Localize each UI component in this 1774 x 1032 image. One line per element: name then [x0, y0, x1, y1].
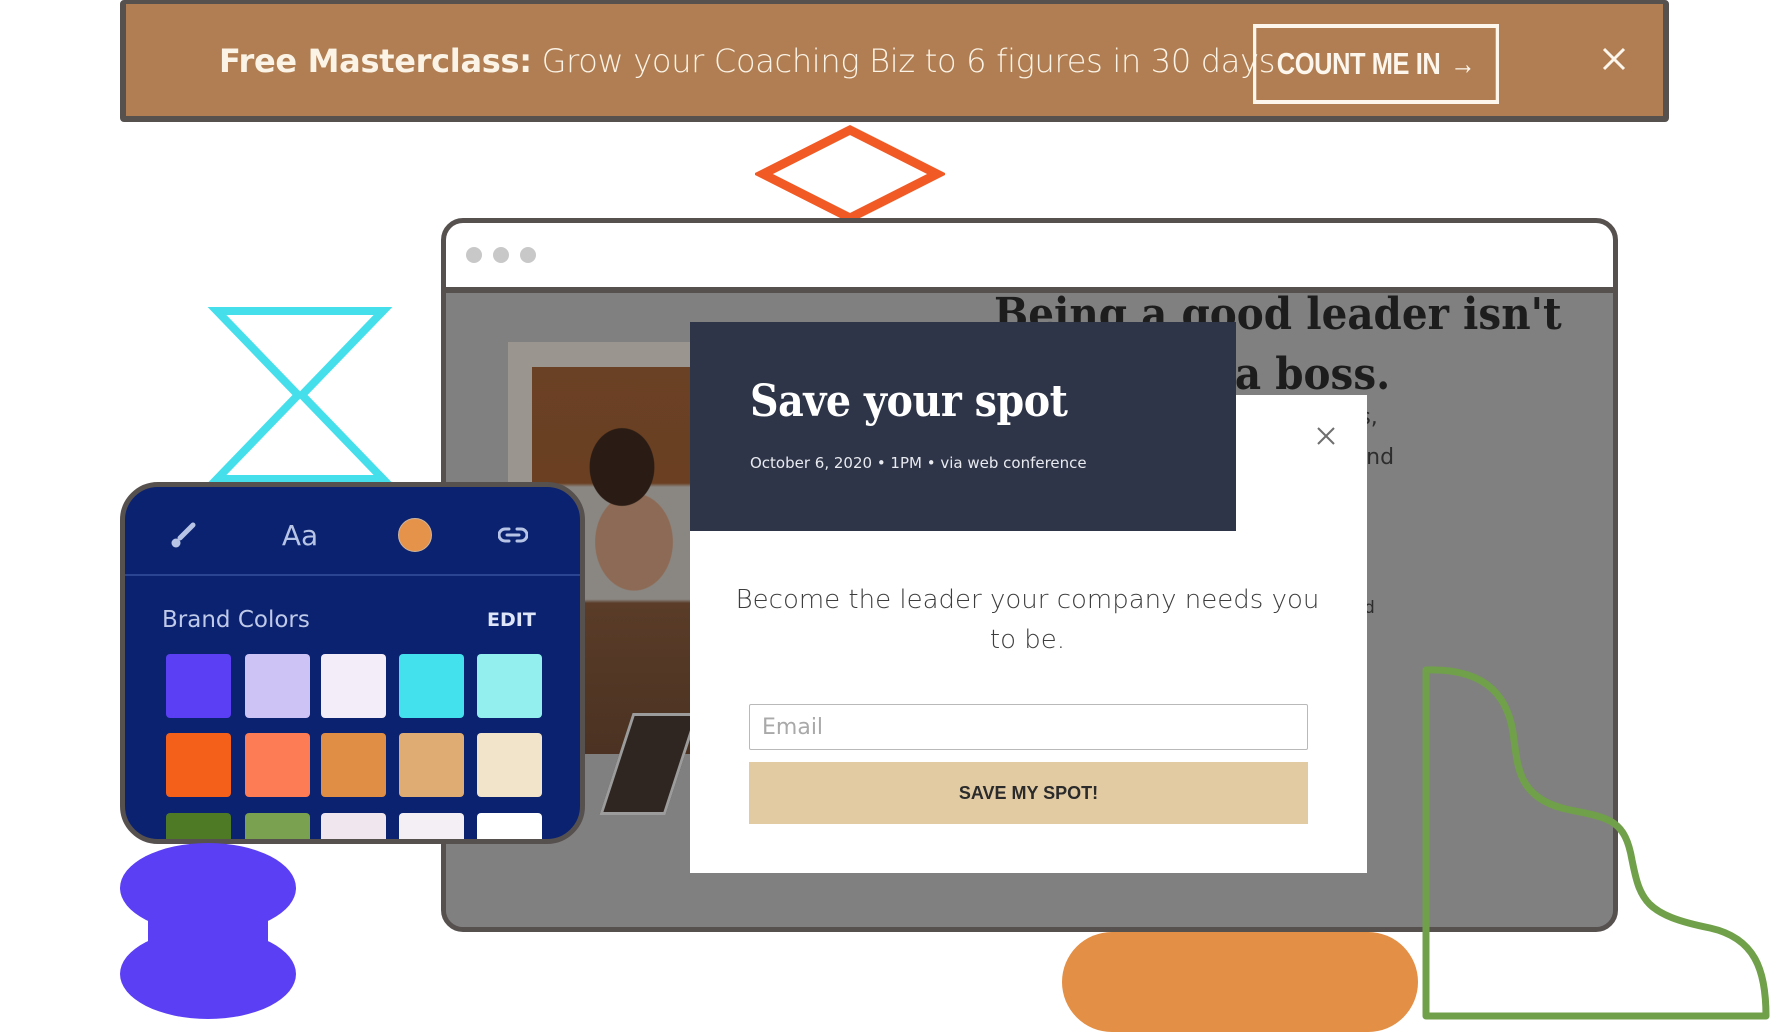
close-icon[interactable] [1599, 44, 1629, 74]
modal-header: Save your spot October 6, 2020 • 1PM • v… [690, 322, 1236, 531]
font-tool-button[interactable]: Aa [270, 517, 330, 553]
color-swatch[interactable] [399, 813, 464, 839]
modal-tagline: Become the leader your company needs you… [735, 585, 1320, 655]
color-swatch[interactable] [245, 733, 310, 797]
color-swatch[interactable] [321, 813, 386, 839]
color-swatch[interactable] [245, 813, 310, 839]
orange-pill-shape [1062, 932, 1418, 1032]
color-swatch[interactable] [399, 654, 464, 718]
color-swatch[interactable] [321, 733, 386, 797]
color-tool-button[interactable] [395, 517, 435, 553]
color-swatch[interactable] [166, 813, 231, 839]
brush-tool-button[interactable] [163, 517, 203, 553]
brand-colors-panel: Aa Brand Colors EDIT [120, 482, 585, 844]
link-tool-button[interactable] [493, 517, 533, 553]
modal-title: Save your spot [750, 376, 1068, 427]
brush-icon [171, 522, 196, 548]
banner-bold-text: Free Masterclass: [219, 42, 532, 80]
promo-banner: Free Masterclass: Grow your Coaching Biz… [120, 0, 1669, 122]
divider [125, 574, 580, 576]
cta-label: COUNT ME IN [1276, 46, 1441, 81]
window-dot-icon [520, 247, 536, 263]
hourglass-shape [207, 307, 393, 483]
color-swatch[interactable] [166, 654, 231, 718]
arrow-right-icon: → [1450, 46, 1476, 81]
event-date: October 6, 2020 • 1PM • via web conferen… [750, 454, 1087, 472]
purple-blob-shape [120, 843, 296, 1019]
color-swatch[interactable] [477, 813, 542, 839]
color-swatch[interactable] [166, 733, 231, 797]
edit-brand-colors-button[interactable]: EDIT [487, 609, 536, 631]
window-dot-icon [466, 247, 482, 263]
color-swatch[interactable] [245, 654, 310, 718]
green-squiggle-shape [1422, 666, 1770, 1020]
color-dot-icon [398, 518, 432, 552]
save-my-spot-button[interactable]: SAVE MY SPOT! [749, 762, 1308, 824]
color-swatch[interactable] [477, 654, 542, 718]
diamond-shape [755, 124, 945, 224]
color-swatch[interactable] [399, 733, 464, 797]
browser-toolbar [446, 223, 1613, 293]
window-dot-icon [493, 247, 509, 263]
email-input[interactable] [749, 704, 1308, 750]
banner-text: Grow your Coaching Biz to 6 figures in 3… [531, 42, 1276, 80]
link-icon [498, 527, 528, 543]
close-icon[interactable] [1315, 425, 1337, 447]
color-swatch[interactable] [477, 733, 542, 797]
brand-colors-label: Brand Colors [162, 607, 310, 633]
banner-message: Free Masterclass: Grow your Coaching Biz… [219, 42, 1275, 80]
count-me-in-button[interactable]: COUNT ME IN → [1253, 24, 1499, 104]
color-swatch[interactable] [321, 654, 386, 718]
